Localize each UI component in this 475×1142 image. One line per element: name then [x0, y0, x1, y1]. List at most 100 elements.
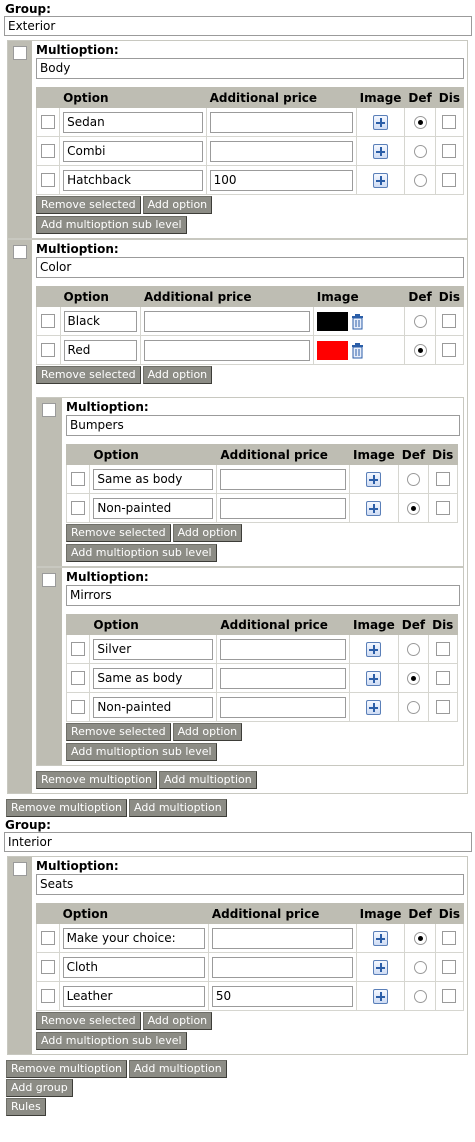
plus-icon[interactable]	[366, 641, 382, 657]
option-price-input[interactable]	[220, 638, 346, 660]
multioption-select-checkbox[interactable]	[13, 245, 27, 259]
add-multioption-button[interactable]: Add multioption	[129, 799, 227, 817]
default-radio[interactable]	[413, 174, 427, 187]
add-option-button[interactable]: Add option	[142, 196, 213, 214]
plus-icon[interactable]	[366, 699, 382, 715]
option-price-input[interactable]	[220, 696, 346, 718]
remove-multioption-button[interactable]: Remove multioption	[6, 799, 128, 817]
plus-icon[interactable]	[373, 930, 389, 946]
option-name-input[interactable]: Non-painted	[93, 497, 214, 519]
plus-icon[interactable]	[373, 172, 389, 188]
remove-multioption-button[interactable]: Remove multioption	[36, 771, 158, 789]
multioption-name-input[interactable]: Seats	[36, 874, 464, 895]
default-radio[interactable]	[406, 473, 420, 486]
remove-multioption-button[interactable]: Remove multioption	[6, 1060, 128, 1078]
multioption-select-checkbox[interactable]	[13, 862, 27, 876]
plus-icon[interactable]	[373, 114, 389, 130]
row-select-checkbox[interactable]	[41, 173, 56, 188]
add-option-button[interactable]: Add option	[142, 366, 213, 384]
default-radio[interactable]	[413, 145, 427, 158]
remove-selected-button[interactable]: Remove selected	[66, 524, 171, 542]
multioption-name-input[interactable]: Mirrors	[66, 585, 460, 606]
option-name-input[interactable]: Make your choice:	[62, 927, 205, 949]
multioption-select-checkbox[interactable]	[13, 46, 27, 60]
option-name-input[interactable]: Silver	[93, 638, 214, 660]
option-price-input[interactable]	[211, 956, 353, 978]
option-price-input[interactable]	[209, 140, 353, 162]
plus-icon[interactable]	[366, 670, 382, 686]
add-option-button[interactable]: Add option	[142, 1012, 213, 1030]
option-price-input[interactable]	[143, 339, 310, 361]
row-select-checkbox[interactable]	[40, 960, 55, 975]
row-select-checkbox[interactable]	[41, 343, 56, 358]
default-radio[interactable]	[413, 932, 427, 945]
multioption-name-input[interactable]: Body	[36, 58, 464, 79]
row-select-checkbox[interactable]	[71, 700, 86, 715]
disable-checkbox[interactable]	[442, 314, 457, 329]
option-name-input[interactable]: Red	[63, 339, 137, 361]
default-radio[interactable]	[413, 961, 427, 974]
disable-checkbox[interactable]	[442, 989, 457, 1004]
add-sub-level-button[interactable]: Add multioption sub level	[66, 743, 217, 761]
rules-button[interactable]: Rules	[6, 1098, 46, 1116]
option-name-input[interactable]: Sedan	[63, 111, 203, 133]
disable-checkbox[interactable]	[436, 501, 451, 516]
row-select-checkbox[interactable]	[41, 144, 56, 159]
option-price-input[interactable]	[143, 310, 310, 332]
disable-checkbox[interactable]	[442, 115, 457, 130]
row-select-checkbox[interactable]	[40, 931, 55, 946]
add-option-button[interactable]: Add option	[172, 723, 243, 741]
option-price-input[interactable]	[220, 667, 346, 689]
remove-selected-button[interactable]: Remove selected	[36, 1012, 141, 1030]
default-radio[interactable]	[406, 672, 420, 685]
plus-icon[interactable]	[373, 988, 389, 1004]
add-multioption-button[interactable]: Add multioption	[129, 1060, 227, 1078]
disable-checkbox[interactable]	[436, 472, 451, 487]
option-price-input[interactable]: 100	[209, 169, 353, 191]
plus-icon[interactable]	[366, 500, 382, 516]
disable-checkbox[interactable]	[436, 671, 451, 686]
add-sub-level-button[interactable]: Add multioption sub level	[66, 544, 217, 562]
default-radio[interactable]	[406, 643, 420, 656]
trash-icon[interactable]	[350, 313, 365, 330]
option-name-input[interactable]: Combi	[63, 140, 203, 162]
option-price-input[interactable]	[209, 111, 353, 133]
option-name-input[interactable]: Leather	[62, 985, 205, 1007]
option-name-input[interactable]: Cloth	[62, 956, 205, 978]
plus-icon[interactable]	[373, 143, 389, 159]
option-name-input[interactable]: Black	[63, 310, 137, 332]
add-sub-level-button[interactable]: Add multioption sub level	[36, 216, 187, 234]
default-radio[interactable]	[413, 344, 427, 357]
disable-checkbox[interactable]	[442, 343, 457, 358]
disable-checkbox[interactable]	[436, 700, 451, 715]
disable-checkbox[interactable]	[436, 642, 451, 657]
row-select-checkbox[interactable]	[71, 671, 86, 686]
disable-checkbox[interactable]	[442, 173, 457, 188]
row-select-checkbox[interactable]	[71, 642, 86, 657]
row-select-checkbox[interactable]	[71, 501, 86, 516]
multioption-select-checkbox[interactable]	[42, 403, 56, 417]
group-name-input[interactable]: Interior	[4, 832, 472, 852]
disable-checkbox[interactable]	[442, 144, 457, 159]
remove-selected-button[interactable]: Remove selected	[36, 366, 141, 384]
default-radio[interactable]	[413, 990, 427, 1003]
remove-selected-button[interactable]: Remove selected	[36, 196, 141, 214]
trash-icon[interactable]	[350, 342, 365, 359]
option-name-input[interactable]: Hatchback	[63, 169, 203, 191]
default-radio[interactable]	[413, 116, 427, 129]
add-option-button[interactable]: Add option	[172, 524, 243, 542]
default-radio[interactable]	[406, 502, 420, 515]
disable-checkbox[interactable]	[442, 960, 457, 975]
plus-icon[interactable]	[373, 959, 389, 975]
default-radio[interactable]	[413, 315, 427, 328]
multioption-name-input[interactable]: Color	[36, 257, 464, 278]
row-select-checkbox[interactable]	[41, 314, 56, 329]
row-select-checkbox[interactable]	[71, 472, 86, 487]
option-price-input[interactable]	[220, 468, 346, 490]
add-sub-level-button[interactable]: Add multioption sub level	[36, 1032, 187, 1050]
group-name-input[interactable]: Exterior	[4, 16, 472, 36]
row-select-checkbox[interactable]	[40, 989, 55, 1004]
option-price-input[interactable]	[211, 927, 353, 949]
option-name-input[interactable]: Same as body	[93, 667, 214, 689]
plus-icon[interactable]	[366, 471, 382, 487]
